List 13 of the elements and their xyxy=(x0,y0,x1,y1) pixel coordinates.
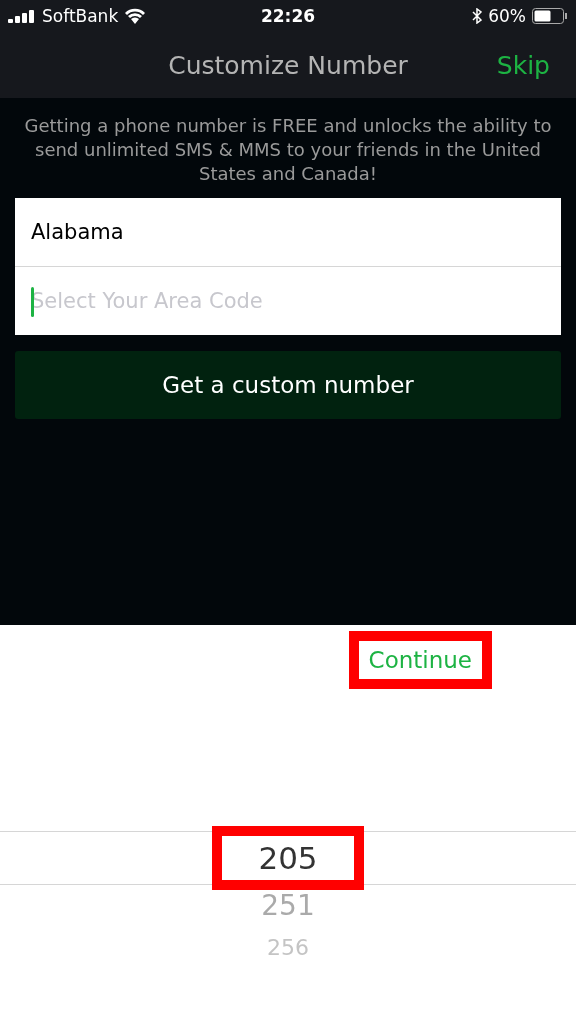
signal-icon xyxy=(8,9,36,23)
custom-number-button[interactable]: Get a custom number xyxy=(15,351,561,419)
state-value[interactable]: Alabama xyxy=(31,220,124,244)
area-code-option[interactable]: 205 xyxy=(212,826,364,890)
wifi-icon xyxy=(124,8,147,24)
intro-text: Getting a phone number is FREE and unlocks the ability to send unlimited SMS & MMS to your friends in the United States and Canada! xyxy=(23,114,553,186)
bluetooth-icon xyxy=(472,8,483,24)
battery-percent: 60% xyxy=(488,6,526,26)
skip-link[interactable]: Skip xyxy=(496,50,550,80)
screen-title: Customize Number xyxy=(168,50,408,80)
battery-icon xyxy=(532,8,568,24)
carrier-name: SoftBank xyxy=(42,6,119,26)
clock: 22:26 xyxy=(260,6,316,26)
